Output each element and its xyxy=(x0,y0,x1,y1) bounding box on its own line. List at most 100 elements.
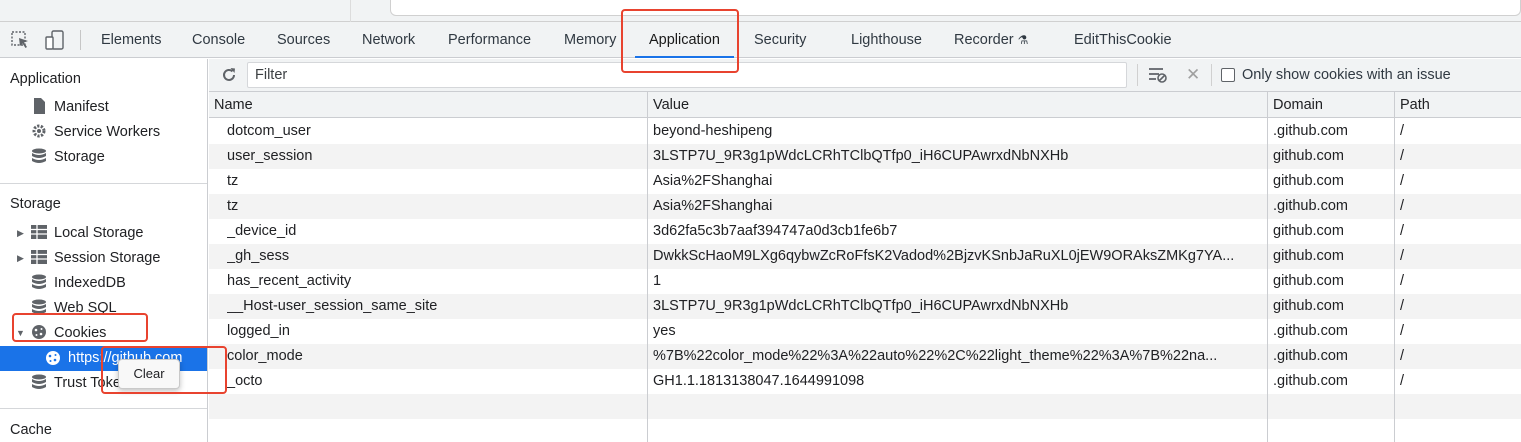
sidebar-divider xyxy=(0,183,207,184)
table-header: Name Value Domain Path xyxy=(209,92,1521,118)
grid-icon xyxy=(30,224,48,240)
cell-name: _octo xyxy=(227,373,263,389)
cell-path: / xyxy=(1400,248,1405,264)
refresh-icon[interactable] xyxy=(220,66,238,87)
cell-value: %7B%22color_mode%22%3A%22auto%22%2C%22li… xyxy=(653,348,1218,364)
document-icon xyxy=(30,98,48,114)
table-row[interactable]: __Host-user_session_same_site 3LSTP7U_9R3… xyxy=(209,294,1521,319)
toolbar-separator xyxy=(80,30,81,50)
tab-security[interactable]: Security xyxy=(754,22,806,58)
database-icon xyxy=(30,274,48,290)
delete-selected-icon[interactable]: ✕ xyxy=(1186,65,1200,85)
sidebar-item-local-storage[interactable]: Local Storage xyxy=(30,221,143,246)
database-icon xyxy=(30,299,48,315)
database-icon xyxy=(30,374,48,390)
empty-table-row xyxy=(209,419,1521,442)
cell-domain: github.com xyxy=(1273,223,1344,239)
cell-name: __Host-user_session_same_site xyxy=(227,298,438,314)
tab-editthiscookie[interactable]: EditThisCookie xyxy=(1074,22,1172,58)
cell-path: / xyxy=(1400,323,1405,339)
tab-console[interactable]: Console xyxy=(192,22,245,58)
table-row[interactable]: dotcom_user beyond-heshipeng .github.com / xyxy=(209,119,1521,144)
sidebar-divider xyxy=(0,408,207,409)
column-header-domain[interactable]: Domain xyxy=(1273,92,1323,118)
cell-value: Asia%2FShanghai xyxy=(653,173,773,189)
only-issues-label: Only show cookies with an issue xyxy=(1242,67,1451,83)
sidebar-item-service-workers[interactable]: Service Workers xyxy=(30,120,160,145)
sidebar-item-label: IndexedDB xyxy=(54,275,126,291)
expand-triangle-icon[interactable]: ▶ xyxy=(17,253,24,264)
column-divider xyxy=(1394,92,1395,442)
sidebar-item-session-storage[interactable]: Session Storage xyxy=(30,246,160,271)
tab-application[interactable]: Application xyxy=(635,22,734,58)
context-menu-clear[interactable]: Clear xyxy=(118,359,180,389)
table-row[interactable]: _gh_sess DwkkScHaoM9LXg6qybwZcRoFfsK2Vado… xyxy=(209,244,1521,269)
cell-path: / xyxy=(1400,173,1405,189)
sidebar-item-label: Local Storage xyxy=(54,225,144,241)
clear-filtered-cookies-icon[interactable] xyxy=(1147,66,1169,87)
cell-name: dotcom_user xyxy=(227,123,311,139)
column-divider xyxy=(647,92,648,442)
column-divider xyxy=(1267,92,1268,442)
sidebar-item-label: Service Workers xyxy=(54,124,161,140)
sidebar-item-cookies[interactable]: Cookies xyxy=(30,321,106,346)
cell-name: tz xyxy=(227,198,239,214)
table-row[interactable]: tz Asia%2FShanghai .github.com / xyxy=(209,194,1521,219)
section-title-application: Application xyxy=(10,71,81,87)
cell-value: 3LSTP7U_9R3g1pWdcLCRhTClbQTfp0_iH6CUPAwr… xyxy=(653,148,1069,164)
cell-name: has_recent_activity xyxy=(227,273,352,289)
table-row[interactable]: color_mode %7B%22color_mode%22%3A%22auto%… xyxy=(209,344,1521,369)
cell-domain: github.com xyxy=(1273,148,1344,164)
tab-elements[interactable]: Elements xyxy=(101,22,161,58)
browser-top-strip xyxy=(0,0,1521,22)
sidebar-item-label: Session Storage xyxy=(54,250,161,266)
table-row[interactable]: tz Asia%2FShanghai github.com / xyxy=(209,169,1521,194)
toolbar-separator xyxy=(1211,64,1212,86)
cell-path: / xyxy=(1400,198,1405,214)
device-toolbar-icon[interactable] xyxy=(44,30,66,50)
table-row[interactable]: has_recent_activity 1 github.com / xyxy=(209,269,1521,294)
cookies-table: Name Value Domain Path dotcom_user beyond… xyxy=(209,92,1521,442)
sidebar-item-manifest[interactable]: Manifest xyxy=(30,95,109,120)
cell-value: GH1.1.1813138047.1644991098 xyxy=(653,373,865,389)
experiment-flask-icon: ⚗ xyxy=(1017,33,1029,47)
cell-domain: .github.com xyxy=(1273,123,1348,139)
tab-recorder-label: Recorder xyxy=(954,32,1014,48)
cell-domain: .github.com xyxy=(1273,198,1348,214)
tab-performance[interactable]: Performance xyxy=(448,22,531,58)
sidebar-item-indexeddb[interactable]: IndexedDB xyxy=(30,271,126,296)
tab-network[interactable]: Network xyxy=(362,22,415,58)
table-row[interactable]: _device_id 3d62fa5c3b7aaf394747a0d3cb1fe6… xyxy=(209,219,1521,244)
column-header-value[interactable]: Value xyxy=(653,92,689,118)
empty-table-row xyxy=(209,394,1521,419)
tab-memory[interactable]: Memory xyxy=(564,22,616,58)
cell-domain: .github.com xyxy=(1273,323,1348,339)
cell-path: / xyxy=(1400,273,1405,289)
cell-name: _gh_sess xyxy=(227,248,290,264)
filter-input[interactable] xyxy=(247,62,1127,88)
grid-icon xyxy=(30,249,48,265)
cell-value: beyond-heshipeng xyxy=(653,123,773,139)
column-header-path[interactable]: Path xyxy=(1400,92,1430,118)
expand-triangle-icon[interactable]: ▶ xyxy=(17,228,24,239)
address-bar[interactable] xyxy=(390,0,1521,16)
toolbar-separator xyxy=(1137,64,1138,86)
tab-recorder[interactable]: Recorder ⚗ xyxy=(954,22,1028,58)
inspect-element-icon[interactable] xyxy=(10,30,32,50)
sidebar-item-label: Web SQL xyxy=(54,300,117,316)
table-row[interactable]: _octo GH1.1.1813138047.1644991098 .github.… xyxy=(209,369,1521,394)
tab-sources[interactable]: Sources xyxy=(277,22,330,58)
table-row[interactable]: user_session 3LSTP7U_9R3g1pWdcLCRhTClbQTf… xyxy=(209,144,1521,169)
cell-value: yes xyxy=(653,323,676,339)
sidebar-item-web-sql[interactable]: Web SQL xyxy=(30,296,117,321)
sidebar-item-storage[interactable]: Storage xyxy=(30,145,105,170)
column-header-name[interactable]: Name xyxy=(214,92,253,118)
only-issues-checkbox[interactable] xyxy=(1221,68,1235,82)
collapse-triangle-icon[interactable]: ▼ xyxy=(16,328,25,338)
cookie-icon xyxy=(30,324,48,340)
cell-path: / xyxy=(1400,348,1405,364)
table-row[interactable]: logged_in yes .github.com / xyxy=(209,319,1521,344)
cell-value: 1 xyxy=(653,273,662,289)
tab-lighthouse[interactable]: Lighthouse xyxy=(851,22,922,58)
cell-domain: github.com xyxy=(1273,248,1344,264)
